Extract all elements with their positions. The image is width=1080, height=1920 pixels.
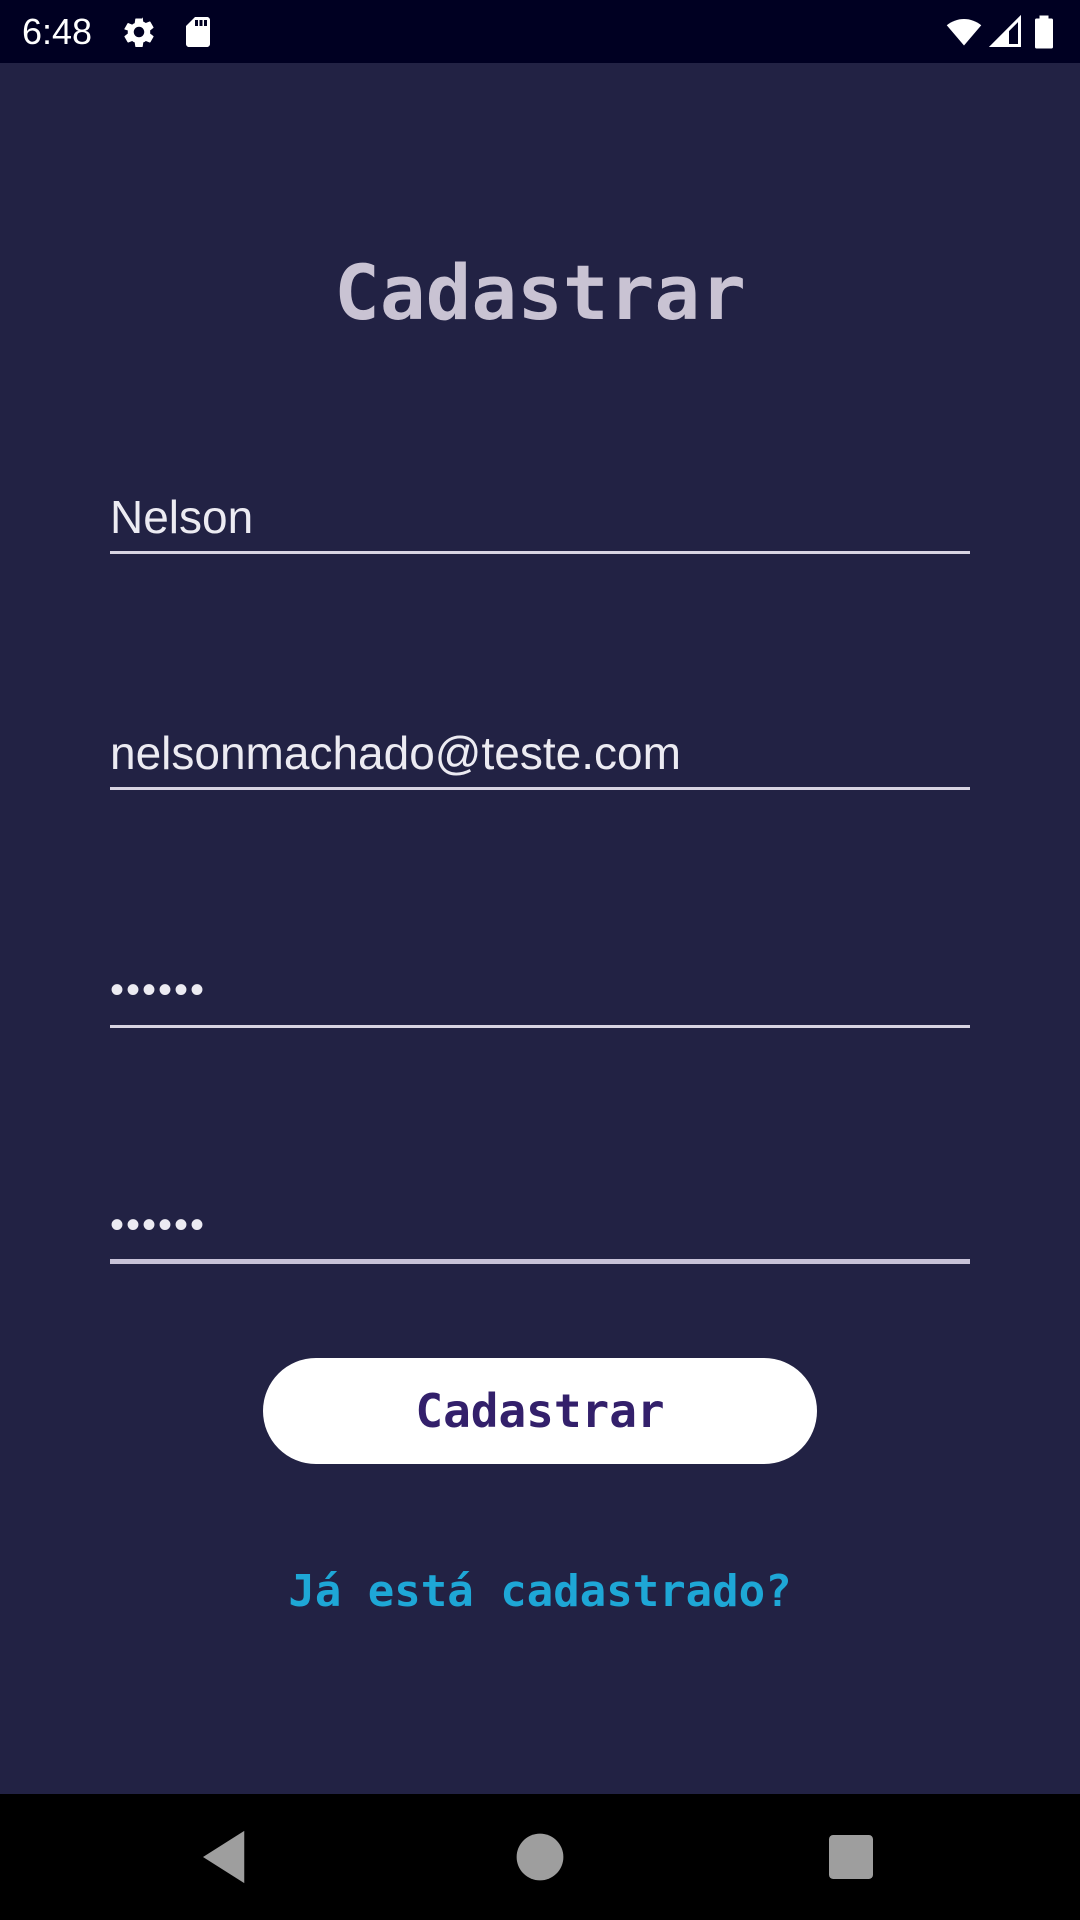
password-field[interactable] (110, 956, 970, 1028)
sd-card-icon (180, 14, 216, 50)
home-icon[interactable] (507, 1824, 573, 1890)
recents-icon[interactable] (818, 1824, 884, 1890)
signup-screen: 6:48 Cadastrar Cadastrar Já está cadastr… (0, 0, 1080, 1920)
status-time: 6:48 (22, 11, 93, 52)
status-bar: 6:48 (0, 0, 1080, 63)
gear-icon (121, 14, 157, 50)
name-field[interactable] (110, 482, 970, 554)
email-field[interactable] (110, 718, 970, 790)
navigation-bar (0, 1794, 1080, 1920)
already-registered-link[interactable]: Já está cadastrado? (0, 1562, 1080, 1622)
battery-icon (1030, 14, 1058, 50)
page-title: Cadastrar (334, 248, 746, 337)
back-icon[interactable] (192, 1824, 258, 1890)
register-button[interactable]: Cadastrar (263, 1358, 817, 1464)
signal-icon (988, 14, 1024, 50)
confirm-password-field[interactable] (110, 1192, 970, 1264)
wifi-icon (944, 14, 984, 50)
